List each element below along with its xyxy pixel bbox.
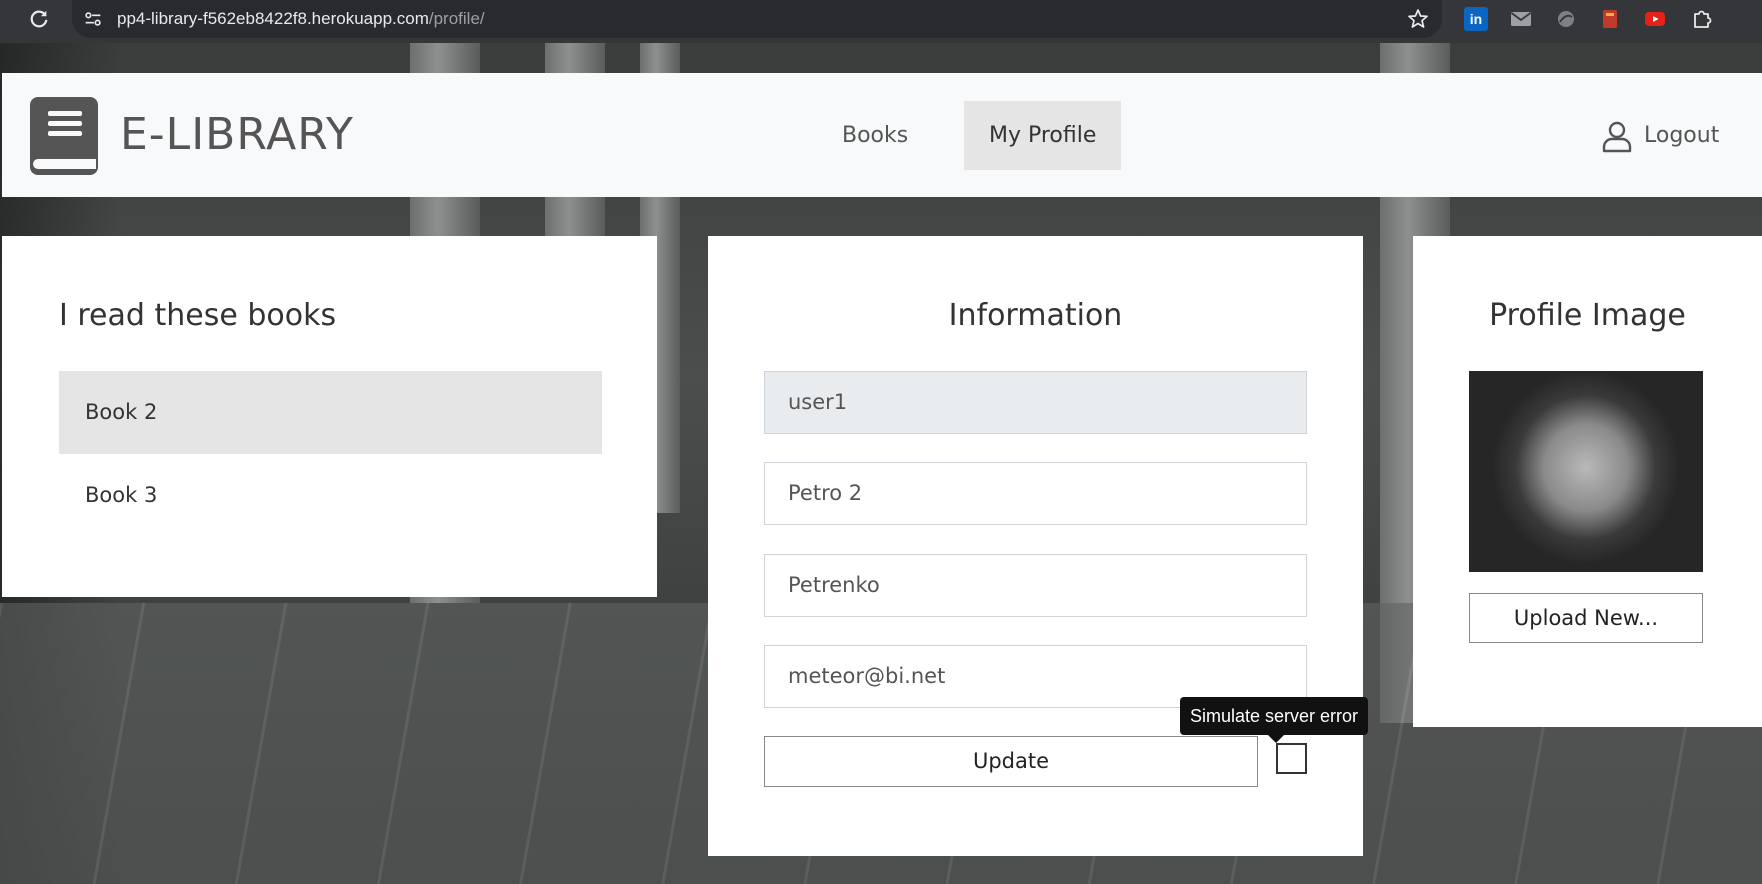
username-field: user1	[764, 371, 1307, 434]
simulate-error-checkbox[interactable]	[1276, 743, 1307, 774]
profile-image-card: Profile Image Upload New...	[1413, 236, 1762, 727]
logout-label: Logout	[1644, 123, 1720, 148]
simulate-error-tooltip: Simulate server error	[1180, 697, 1369, 735]
puzzle-icon[interactable]	[1690, 7, 1714, 31]
book-logo-icon[interactable]	[28, 95, 100, 177]
linkedin-icon[interactable]: in	[1464, 7, 1488, 31]
site-info-icon[interactable]	[82, 8, 104, 30]
book-list-item[interactable]: Book 3	[59, 454, 602, 537]
browser-toolbar: pp4-library-f562eb8422f8.herokuapp.com/p…	[0, 0, 1762, 43]
profile-image-title: Profile Image	[1489, 298, 1686, 333]
book-list-item[interactable]: Book 2	[59, 371, 602, 454]
mail-icon[interactable]	[1509, 7, 1533, 31]
youtube-icon[interactable]	[1643, 7, 1667, 31]
tooltip-arrow	[1268, 735, 1284, 743]
read-books-card: I read these books Book 2 Book 3	[2, 236, 657, 597]
nav-link-books[interactable]: Books	[817, 101, 933, 170]
information-title: Information	[948, 298, 1123, 333]
logout-link[interactable]: Logout	[1600, 101, 1719, 170]
upload-new-button[interactable]: Upload New...	[1469, 593, 1703, 643]
reload-icon[interactable]	[28, 8, 50, 30]
profile-photo	[1469, 371, 1703, 572]
information-card: Information user1 Petro 2 Petrenko meteo…	[708, 236, 1363, 856]
circle-extension-icon[interactable]	[1554, 7, 1578, 31]
bookmark-star-icon[interactable]	[1406, 7, 1430, 31]
url-text: pp4-library-f562eb8422f8.herokuapp.com/p…	[117, 9, 485, 29]
read-books-title: I read these books	[59, 298, 337, 333]
first-name-field[interactable]: Petro 2	[764, 462, 1307, 525]
navbar: E-LIBRARY Books My Profile Logout	[2, 73, 1762, 197]
url-path: /profile/	[428, 9, 485, 28]
book-extension-icon[interactable]	[1598, 7, 1622, 31]
update-button[interactable]: Update	[764, 736, 1258, 787]
url-host: pp4-library-f562eb8422f8.herokuapp.com	[117, 9, 429, 28]
last-name-field[interactable]: Petrenko	[764, 554, 1307, 617]
brand-name[interactable]: E-LIBRARY	[120, 109, 354, 160]
address-bar[interactable]: pp4-library-f562eb8422f8.herokuapp.com/p…	[72, 0, 1442, 38]
user-icon	[1602, 121, 1632, 152]
nav-link-my-profile[interactable]: My Profile	[964, 101, 1122, 170]
